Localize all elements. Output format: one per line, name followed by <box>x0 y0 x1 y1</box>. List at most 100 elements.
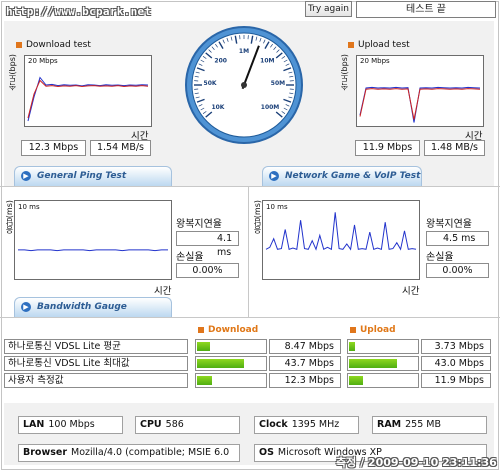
lan-info: LAN 100 Mbps <box>18 416 123 434</box>
download-series-0 <box>27 76 149 122</box>
upload-bar-fill <box>349 376 363 385</box>
table-row-label: 하나로통신 VDSL Lite 최대값 <box>4 356 188 371</box>
clock-info: Clock 1395 MHz <box>254 416 359 434</box>
ping-chart: 10 ms <box>14 200 172 280</box>
download-plot-svg <box>27 76 149 122</box>
gauge-tick-label: 100M <box>261 104 280 111</box>
upload-series-1 <box>359 88 481 120</box>
download-header: Download <box>198 325 258 335</box>
upload-speed-mbps: 11.9 Mbps <box>355 140 420 156</box>
download-value: 12.3 Mbps <box>269 373 341 388</box>
game-chart: 10 ms <box>262 200 420 280</box>
game-latency-value: 4.5 ms <box>426 231 489 246</box>
upload-value: 43.0 Mbps <box>421 356 491 371</box>
game-x-label: 시간 <box>402 286 420 297</box>
browser-label: Browser <box>23 447 68 458</box>
tab-general-ping-label: General Ping Test <box>37 171 127 181</box>
browser-info: Browser Mozilla/4.0 (compatible; MSIE 6.0 <box>18 444 240 462</box>
upload-title: Upload test <box>348 40 410 50</box>
download-title: Download test <box>16 40 91 50</box>
upload-header-text: Upload <box>360 325 396 335</box>
tab-bandwidth-gauge[interactable]: ▶ Bandwidth Gauge <box>14 297 172 317</box>
bullet-icon <box>16 41 22 48</box>
download-series-1 <box>27 79 149 119</box>
bullet-icon <box>350 326 356 333</box>
gauge-hub <box>241 82 247 88</box>
gauge-tick-label: 10K <box>211 104 224 111</box>
bullet-icon <box>348 41 354 48</box>
table-row-label: 하나로통신 VDSL Lite 평균 <box>4 339 188 354</box>
download-speed-mbps: 12.3 Mbps <box>21 140 86 156</box>
download-title-text: Download test <box>26 40 91 50</box>
upload-header: Upload <box>350 325 396 335</box>
clock-label: Clock <box>259 419 288 430</box>
game-latency-label: 왕복지연율 <box>426 219 472 230</box>
upload-bar <box>347 339 419 354</box>
ping-latency-value: 4.1 ms <box>176 231 239 258</box>
lan-label: LAN <box>23 419 45 430</box>
ping-series-0 <box>18 249 168 252</box>
download-y-label: 속도(bps) <box>8 54 17 91</box>
game-loss-label: 손실율 <box>426 252 454 263</box>
lan-value: 100 Mbps <box>48 419 95 430</box>
gauge-tick-label: 50M <box>271 80 285 87</box>
tab-network-game[interactable]: ▶ Network Game & VoIP Test <box>262 166 422 186</box>
ram-label: RAM <box>377 419 402 430</box>
cpu-value: 586 <box>165 419 184 430</box>
tab-general-ping[interactable]: ▶ General Ping Test <box>14 166 172 186</box>
upload-speed-mbs: 1.48 MB/s <box>424 140 485 156</box>
game-loss-value: 0.00% <box>426 263 489 278</box>
upload-bar-fill <box>349 359 397 368</box>
gauge-dial-svg: 10K 50K 200 1M 10M 50M 100M <box>185 26 303 144</box>
upload-series-0 <box>359 86 481 123</box>
gauge-tick-label: 1M <box>239 48 249 55</box>
ping-loss-value: 0.00% <box>176 263 239 278</box>
ping-plot-svg <box>18 249 168 252</box>
section-divider <box>0 317 500 318</box>
ping-latency-label: 왕복지연율 <box>176 219 222 230</box>
game-series-0 <box>265 212 417 251</box>
bullet-icon <box>198 326 204 333</box>
upload-value: 11.9 Mbps <box>421 373 491 388</box>
download-value: 8.47 Mbps <box>269 339 341 354</box>
upload-bar <box>347 356 419 371</box>
upload-bar <box>347 373 419 388</box>
tab-network-game-label: Network Game & VoIP Test <box>285 171 421 181</box>
upload-bar-fill <box>349 342 356 351</box>
arrow-icon: ▶ <box>21 171 31 181</box>
download-bar-fill <box>197 342 210 351</box>
status-display: 테스트 끝 <box>356 1 496 18</box>
upload-value: 3.73 Mbps <box>421 339 491 354</box>
section-divider <box>0 186 500 187</box>
upload-chart: 20 Mbps <box>356 55 484 127</box>
speed-gauge: 10K 50K 200 1M 10M 50M 100M <box>184 22 304 148</box>
download-speed-mbs: 1.54 MB/s <box>90 140 151 156</box>
download-bar-fill <box>197 376 212 385</box>
clock-value: 1395 MHz <box>291 419 340 430</box>
arrow-icon: ▶ <box>269 171 279 181</box>
browser-value: Mozilla/4.0 (compatible; MSIE 6.0 <box>71 447 230 458</box>
try-again-button[interactable]: Try again <box>305 1 352 17</box>
gauge-tick-label: 200 <box>214 57 227 64</box>
arrow-icon: ▶ <box>21 302 31 312</box>
gauge-tick-label: 10M <box>260 57 274 64</box>
upload-plot-svg <box>359 86 481 123</box>
cpu-label: CPU <box>140 419 162 430</box>
site-url[interactable]: http://www.bcpark.net <box>6 5 151 18</box>
ping-x-label: 시간 <box>154 286 172 297</box>
vertical-divider <box>248 187 249 317</box>
ping-loss-label: 손실율 <box>176 252 204 263</box>
upload-y-label: 속도(bps) <box>340 54 349 91</box>
download-bar <box>195 356 267 371</box>
cpu-info: CPU 586 <box>135 416 240 434</box>
download-chart: 20 Mbps <box>24 55 152 127</box>
download-header-text: Download <box>208 325 259 335</box>
upload-title-text: Upload test <box>358 40 410 50</box>
game-plot-svg <box>265 212 417 251</box>
os-label: OS <box>259 447 274 458</box>
download-bar-fill <box>197 359 244 368</box>
gauge-tick-label: 50K <box>204 80 217 87</box>
tab-bandwidth-label: Bandwidth Gauge <box>37 302 127 312</box>
download-bar <box>195 373 267 388</box>
measurement-timestamp: 측정 / 2009-09-10 23:11:36 <box>336 456 497 469</box>
